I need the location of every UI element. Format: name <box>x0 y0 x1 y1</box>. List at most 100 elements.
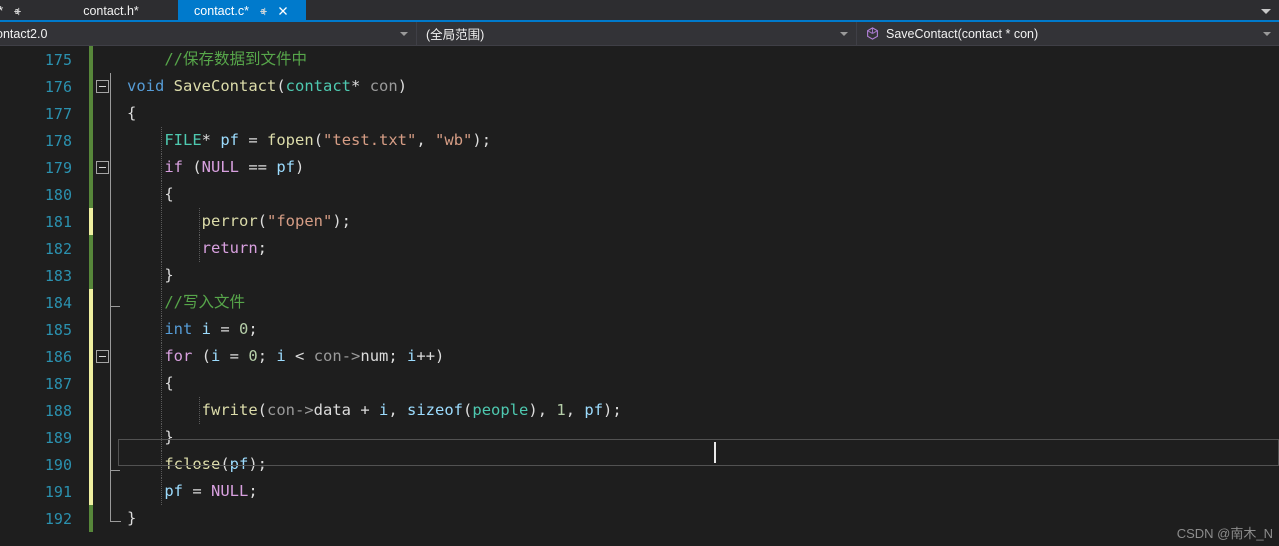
code-line-text[interactable]: fclose(pf); <box>115 451 1279 478</box>
code-line[interactable]: 181 perror("fopen"); <box>0 208 1279 235</box>
code-line[interactable]: 189 } <box>0 424 1279 451</box>
code-token: perror <box>201 212 258 230</box>
fold-gutter[interactable] <box>93 505 115 532</box>
fold-collapse-icon[interactable] <box>96 161 109 174</box>
code-token: //写入文件 <box>164 293 245 311</box>
code-line[interactable]: 192} <box>0 505 1279 532</box>
line-number: 191 <box>44 482 72 501</box>
code-token: } <box>127 509 137 527</box>
code-line-text[interactable]: FILE* pf = fopen("test.txt", "wb"); <box>115 127 1279 154</box>
code-token: ( <box>220 455 230 473</box>
line-number: 187 <box>44 374 72 393</box>
code-line-text[interactable]: for (i = 0; i < con->num; i++) <box>115 343 1279 370</box>
code-line[interactable]: 184 //写入文件 <box>0 289 1279 316</box>
tab-overflow-button[interactable] <box>1253 0 1279 22</box>
code-line-text[interactable]: if (NULL == pf) <box>115 154 1279 181</box>
code-line[interactable]: 176 void SaveContact(contact* con) <box>0 73 1279 100</box>
fold-gutter[interactable] <box>93 316 115 343</box>
code-line-text[interactable]: void SaveContact(contact* con) <box>115 73 1279 100</box>
fold-gutter[interactable] <box>93 127 115 154</box>
fold-gutter[interactable] <box>93 262 115 289</box>
code-line[interactable]: 190 fclose(pf); <box>0 451 1279 478</box>
line-number: 179 <box>44 158 72 177</box>
fold-gutter[interactable] <box>93 181 115 208</box>
fold-gutter[interactable] <box>93 100 115 127</box>
fold-gutter[interactable] <box>93 235 115 262</box>
line-number: 183 <box>44 266 72 285</box>
code-line[interactable]: 186 for (i = 0; i < con->num; i++) <box>0 343 1279 370</box>
code-line-text[interactable]: return; <box>115 235 1279 262</box>
code-line[interactable]: 179 if (NULL == pf) <box>0 154 1279 181</box>
fold-gutter[interactable] <box>93 208 115 235</box>
code-line[interactable]: 175 //保存数据到文件中 <box>0 46 1279 73</box>
member-dropdown[interactable]: SaveContact(contact * con) <box>857 22 1279 45</box>
code-line-text[interactable]: int i = 0; <box>115 316 1279 343</box>
project-dropdown-label: ontact2.0 <box>0 26 48 41</box>
project-dropdown-caret[interactable] <box>396 31 412 36</box>
line-number: 190 <box>44 455 72 474</box>
code-token: num <box>360 347 389 365</box>
fold-gutter[interactable] <box>93 397 115 424</box>
code-line-text[interactable]: //写入文件 <box>115 289 1279 316</box>
scope-dropdown[interactable]: (全局范围) <box>417 22 857 45</box>
code-line-text[interactable]: } <box>115 424 1279 451</box>
code-editor-surface[interactable]: 175 //保存数据到文件中 176 void SaveContact(contac… <box>0 46 1279 546</box>
code-token: for <box>164 347 193 365</box>
fold-gutter[interactable] <box>93 424 115 451</box>
editor-tab-contact-c-[interactable]: contact.c* <box>178 0 306 22</box>
editor-tab-contact-h-[interactable]: contact.h* <box>52 0 178 22</box>
chevron-down-icon <box>840 31 848 36</box>
line-number: 189 <box>44 428 72 447</box>
pin-icon[interactable] <box>11 5 24 18</box>
code-line[interactable]: 178 FILE* pf = fopen("test.txt", "wb"); <box>0 127 1279 154</box>
fold-gutter[interactable] <box>93 73 115 100</box>
line-number: 185 <box>44 320 72 339</box>
code-line-text[interactable]: { <box>115 370 1279 397</box>
code-line[interactable]: 185 int i = 0; <box>0 316 1279 343</box>
code-token: return <box>201 239 258 257</box>
scope-dropdown-caret[interactable] <box>836 31 852 36</box>
member-dropdown-label: SaveContact(contact * con) <box>886 26 1039 41</box>
code-token: int <box>164 320 193 338</box>
editor-tab-c-[interactable]: c* <box>0 0 52 22</box>
fold-collapse-icon[interactable] <box>96 350 109 363</box>
code-line-text[interactable]: pf = NULL; <box>115 478 1279 505</box>
fold-collapse-icon[interactable] <box>96 80 109 93</box>
code-line-text[interactable]: fwrite(con->data + i, sizeof(people), 1,… <box>115 397 1279 424</box>
code-token: ), <box>528 401 557 419</box>
pin-icon[interactable] <box>257 5 270 18</box>
code-line[interactable]: 187 { <box>0 370 1279 397</box>
code-line-text[interactable]: perror("fopen"); <box>115 208 1279 235</box>
member-dropdown-caret[interactable] <box>1259 31 1275 36</box>
code-token: //保存数据到文件中 <box>164 50 307 68</box>
code-line[interactable]: 183 } <box>0 262 1279 289</box>
code-line[interactable]: 180 { <box>0 181 1279 208</box>
code-line-text[interactable]: { <box>115 181 1279 208</box>
fold-gutter[interactable] <box>93 289 115 316</box>
fold-gutter[interactable] <box>93 370 115 397</box>
code-line-text[interactable]: //保存数据到文件中 <box>115 46 1279 73</box>
code-token: -> <box>295 401 314 419</box>
fold-gutter[interactable] <box>93 451 115 478</box>
code-line[interactable]: 177 { <box>0 100 1279 127</box>
code-token: ( <box>276 77 286 95</box>
code-line[interactable]: 191 pf = NULL; <box>0 478 1279 505</box>
code-line[interactable]: 188 fwrite(con->data + i, sizeof(people)… <box>0 397 1279 424</box>
code-line[interactable]: 182 return; <box>0 235 1279 262</box>
code-token: con <box>313 347 342 365</box>
code-line-text[interactable]: { <box>115 100 1279 127</box>
code-line-text[interactable]: } <box>115 505 1279 532</box>
close-icon[interactable] <box>276 4 290 18</box>
code-token: ) <box>397 77 408 95</box>
project-dropdown[interactable]: ontact2.0 <box>0 22 417 45</box>
editor-tab-label: c* <box>0 4 3 18</box>
code-token: ( <box>183 158 202 176</box>
fold-gutter[interactable] <box>93 478 115 505</box>
fold-gutter[interactable] <box>93 154 115 181</box>
fold-gutter[interactable] <box>93 46 115 73</box>
fold-gutter[interactable] <box>93 343 115 370</box>
code-line-text[interactable]: } <box>115 262 1279 289</box>
